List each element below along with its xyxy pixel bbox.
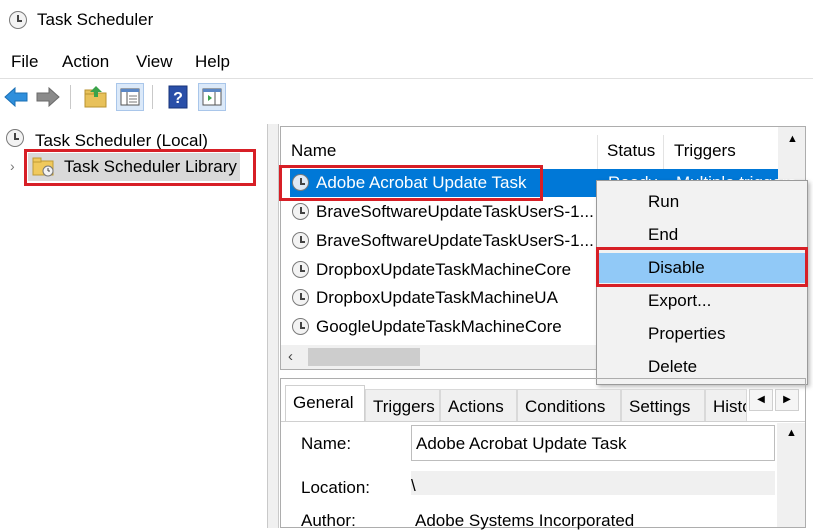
task-clock-icon <box>292 318 309 335</box>
menu-view[interactable]: View <box>136 52 173 72</box>
back-arrow-icon <box>4 86 28 108</box>
task-name: BraveSoftwareUpdateTaskUserS-1... <box>316 202 594 221</box>
chevron-right-icon[interactable]: › <box>10 158 15 174</box>
help-button[interactable]: ? <box>164 83 192 111</box>
task-name: DropboxUpdateTaskMachineUA <box>316 288 558 307</box>
tab-triggers[interactable]: Triggers <box>365 389 440 421</box>
column-header-status[interactable]: Status <box>607 141 655 161</box>
help-book-icon: ? <box>168 85 188 109</box>
scroll-up-arrow-icon[interactable]: ▲ <box>786 427 797 439</box>
scroll-left-arrow-icon[interactable]: ‹ <box>288 348 293 365</box>
up-folder-button[interactable] <box>82 83 110 111</box>
name-label: Name: <box>301 434 352 453</box>
tree-root-label[interactable]: Task Scheduler (Local) <box>35 131 208 151</box>
window-title: Task Scheduler <box>37 10 154 29</box>
task-clock-icon <box>292 232 309 249</box>
folder-up-icon <box>84 86 107 108</box>
toolbar: ? <box>0 78 813 115</box>
scroll-up-arrow-icon[interactable]: ▲ <box>787 133 798 145</box>
horizontal-scroll-thumb[interactable] <box>308 348 420 366</box>
tab-conditions[interactable]: Conditions <box>517 389 621 421</box>
highlight-box-library <box>24 149 256 186</box>
details-scrollbar[interactable]: ▲ <box>777 423 805 527</box>
task-name: BraveSoftwareUpdateTaskUserS-1... <box>316 231 594 250</box>
menu-item-properties[interactable]: Properties <box>599 319 805 349</box>
author-value: Adobe Systems Incorporated <box>415 511 635 530</box>
forward-arrow-icon <box>36 86 60 108</box>
pane-splitter[interactable] <box>267 124 279 528</box>
location-label: Location: <box>301 478 370 497</box>
task-scheduler-clock-icon <box>9 11 27 29</box>
menu-item-export[interactable]: Export... <box>599 286 805 316</box>
svg-text:?: ? <box>173 90 183 107</box>
tab-history[interactable]: Histo <box>705 389 747 421</box>
column-header-triggers[interactable]: Triggers <box>674 141 736 161</box>
show-hide-action-pane-button[interactable] <box>198 83 226 111</box>
tab-settings[interactable]: Settings <box>621 389 705 421</box>
details-pane: General Triggers Actions Conditions Sett… <box>280 378 806 530</box>
forward-button[interactable] <box>34 83 62 111</box>
menu-help[interactable]: Help <box>195 52 230 72</box>
menu-item-run[interactable]: Run <box>599 187 805 217</box>
task-name: GoogleUpdateTaskMachineCore <box>316 317 562 336</box>
console-tree-icon <box>120 88 140 106</box>
back-button[interactable] <box>2 83 30 111</box>
action-pane-icon <box>202 88 222 106</box>
menu-bar: File Action View Help <box>0 44 813 76</box>
show-hide-console-tree-button[interactable] <box>116 83 144 111</box>
highlight-box-disable <box>596 247 808 287</box>
author-label: Author: <box>301 511 356 530</box>
task-name: DropboxUpdateTaskMachineCore <box>316 260 572 279</box>
column-header-name[interactable]: Name <box>291 141 336 161</box>
highlight-box-task <box>279 165 543 201</box>
task-clock-icon <box>292 289 309 306</box>
task-scheduler-local-icon <box>6 129 24 147</box>
menu-file[interactable]: File <box>11 52 38 72</box>
name-field[interactable]: Adobe Acrobat Update Task <box>411 425 775 461</box>
menu-item-end[interactable]: End <box>599 220 805 250</box>
task-clock-icon <box>292 203 309 220</box>
title-bar: Task Scheduler <box>0 0 813 42</box>
menu-action[interactable]: Action <box>62 52 109 72</box>
tab-actions[interactable]: Actions <box>440 389 517 421</box>
location-field: \ <box>411 471 775 495</box>
tab-general[interactable]: General <box>285 385 365 421</box>
tab-scroll-right-arrow-icon[interactable]: ▶ <box>775 389 799 411</box>
task-clock-icon <box>292 261 309 278</box>
tab-scroll-left-arrow-icon[interactable]: ◀ <box>749 389 773 411</box>
